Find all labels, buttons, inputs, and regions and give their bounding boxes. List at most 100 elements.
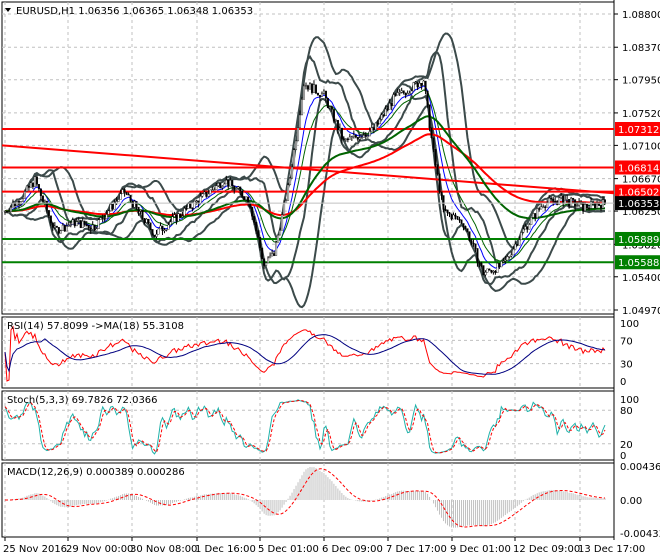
candle-body (225, 179, 228, 185)
candle-body (370, 127, 373, 132)
candle-body (241, 190, 244, 197)
candle-body (149, 222, 152, 230)
candle-body (322, 90, 325, 94)
candle-body (542, 206, 545, 208)
candle-body (251, 206, 254, 217)
rsi-label: RSI(14) 57.8099 ->MA(18) 55.3108 (7, 321, 184, 332)
rsi-tick-label: 70 (620, 336, 633, 347)
candle-body (107, 210, 110, 215)
candle-body (153, 235, 156, 237)
time-label: 12 Dec 09:00 (513, 544, 580, 555)
candle-body (81, 220, 84, 228)
candle-body (143, 218, 146, 223)
candle-body (59, 230, 62, 234)
candle-body (582, 202, 585, 212)
candle-body (422, 80, 425, 86)
candle-body (269, 255, 272, 259)
candle-body (516, 243, 519, 246)
candle-body (316, 92, 319, 96)
candle-body (420, 83, 423, 86)
candle-body (510, 254, 513, 257)
candle-body (95, 228, 98, 231)
candle-body (77, 220, 80, 222)
time-label: 7 Dec 17:00 (386, 544, 447, 555)
level-label: 1.07312 (618, 125, 659, 136)
candle-body (398, 92, 401, 94)
candle-body (524, 226, 527, 230)
candle-body (141, 209, 144, 219)
candle-body (103, 218, 106, 220)
candle-body (171, 216, 174, 223)
candle-body (287, 184, 290, 201)
candle-body (31, 182, 34, 187)
candle-body (127, 193, 130, 196)
candle-body (514, 243, 517, 250)
candle-body (301, 99, 304, 116)
candle-body (378, 119, 381, 125)
candle-body (428, 104, 431, 128)
candle-body (297, 127, 300, 142)
candle-body (57, 227, 60, 234)
candle-body (213, 189, 216, 191)
stoch-label: Stoch(5,3,3) 69.7826 72.0366 (7, 395, 158, 406)
candle-body (219, 183, 222, 189)
candle-body (368, 131, 371, 137)
candle-body (562, 195, 565, 204)
candle-body (588, 207, 591, 210)
candle-body (125, 192, 128, 195)
candle-body (273, 253, 276, 256)
candle-body (257, 230, 260, 238)
candle-body (550, 197, 553, 200)
chart-title: EURUSD,H1 1.06356 1.06365 1.06348 1.0635… (16, 6, 253, 17)
price-tick-label: 1.04970 (622, 306, 660, 317)
candle-body (390, 103, 393, 107)
candle-body (348, 136, 351, 140)
candle-body (506, 256, 509, 261)
candle-body (237, 186, 240, 189)
candle-body (320, 93, 323, 97)
candle-body (221, 186, 224, 189)
candle-body (426, 90, 429, 105)
price-tick-label: 1.06670 (622, 175, 660, 186)
candle-body (324, 90, 327, 99)
candle-body (526, 226, 529, 230)
candle-body (37, 184, 40, 189)
chart-canvas[interactable]: 1.08800 1.08370 1.07950 1.07520 1.07100 1.066… (0, 0, 660, 560)
candle-body (360, 137, 363, 139)
candle-body (199, 196, 202, 204)
candle-body (179, 213, 182, 217)
candle-body (133, 201, 136, 208)
candle-body (416, 82, 419, 88)
candle-body (169, 221, 172, 226)
candle-body (277, 234, 280, 243)
candle-body (161, 225, 164, 231)
macd-tick-label: 0.00 (620, 496, 642, 507)
candle-body (285, 200, 288, 204)
candle-body (432, 137, 435, 150)
candle-body (458, 218, 461, 221)
candle-body (41, 195, 44, 202)
macd-tick-label: 0.004368 (620, 462, 660, 473)
candle-body (478, 262, 481, 264)
candle-body (177, 213, 180, 222)
candle-body (69, 224, 72, 226)
candle-body (576, 205, 579, 207)
candle-body (356, 136, 359, 140)
candle-body (470, 240, 473, 244)
candle-body (464, 226, 467, 229)
candle-body (392, 94, 395, 107)
candle-body (91, 224, 94, 230)
candle-body (229, 180, 232, 187)
candle-body (293, 149, 296, 168)
candle-body (183, 208, 186, 216)
candle-body (352, 134, 355, 137)
candle-body (275, 242, 278, 256)
candle-body (11, 203, 14, 208)
time-label: 13 Dec 17:00 (578, 544, 645, 555)
candle-body (43, 200, 46, 203)
candle-body (434, 149, 437, 165)
price-tick-label: 1.05400 (622, 273, 660, 284)
candle-body (201, 193, 204, 197)
candle-body (572, 197, 575, 200)
rsi-tick-label: 0 (620, 377, 626, 388)
